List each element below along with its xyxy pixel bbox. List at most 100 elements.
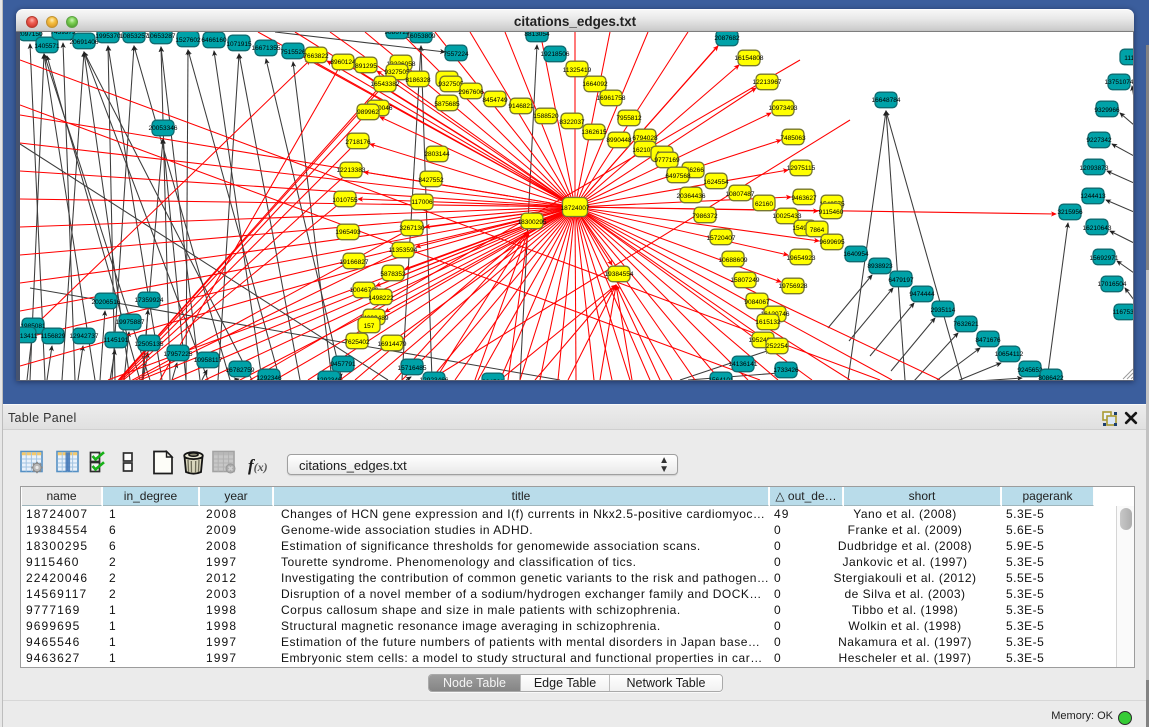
svg-text:891295: 891295 — [355, 63, 377, 70]
svg-text:7439373: 7439373 — [50, 32, 76, 36]
svg-text:7955812: 7955812 — [616, 115, 642, 122]
svg-text:12505135: 12505135 — [135, 341, 164, 348]
svg-text:62160: 62160 — [755, 201, 773, 208]
svg-text:19975887: 19975887 — [116, 319, 145, 326]
svg-text:15807249: 15807249 — [731, 277, 760, 284]
svg-text:8990448: 8990448 — [606, 137, 632, 144]
svg-text:8322037: 8322037 — [559, 119, 585, 126]
svg-text:15716485: 15716485 — [398, 365, 427, 372]
svg-text:10688609: 10688609 — [719, 257, 748, 264]
svg-text:10973493: 10973493 — [769, 105, 798, 112]
svg-text:3913411: 3913411 — [20, 333, 38, 340]
svg-text:9463627: 9463627 — [791, 195, 817, 202]
svg-text:9329966: 9329966 — [1094, 107, 1120, 114]
svg-text:7864: 7864 — [810, 227, 825, 234]
svg-text:117006: 117006 — [411, 199, 433, 206]
svg-text:12213967: 12213967 — [753, 79, 782, 86]
svg-text:20691406: 20691406 — [70, 39, 99, 46]
svg-text:19166827: 19166827 — [340, 259, 369, 266]
svg-text:1995370: 1995370 — [95, 33, 121, 40]
svg-text:1588520: 1588520 — [533, 113, 559, 120]
svg-text:7515526: 7515526 — [280, 49, 306, 56]
svg-text:8960124: 8960124 — [330, 59, 356, 66]
svg-text:984521: 984521 — [482, 379, 504, 380]
svg-text:19654923: 19654923 — [787, 255, 816, 262]
svg-text:9084067: 9084067 — [744, 299, 770, 306]
svg-text:3215956: 3215956 — [1057, 209, 1083, 216]
svg-text:18300295: 18300295 — [518, 219, 547, 226]
svg-text:16154808: 16154808 — [735, 55, 764, 62]
svg-text:8186328: 8186328 — [405, 77, 431, 84]
svg-text:1965493: 1965493 — [335, 229, 361, 236]
svg-text:17016504: 17016504 — [1098, 281, 1127, 288]
svg-text:8427552: 8427552 — [418, 177, 444, 184]
svg-text:8454749: 8454749 — [482, 97, 508, 104]
svg-text:1156829: 1156829 — [41, 333, 66, 340]
svg-text:12942737: 12942737 — [70, 333, 99, 340]
svg-text:19218506: 19218506 — [541, 51, 570, 58]
svg-text:8938923: 8938923 — [867, 263, 893, 270]
svg-text:157: 157 — [364, 323, 375, 330]
svg-text:7485063: 7485063 — [780, 135, 806, 142]
svg-text:1292346: 1292346 — [316, 377, 342, 380]
svg-text:2935114: 2935114 — [931, 307, 956, 314]
svg-text:6466160: 6466160 — [201, 37, 227, 44]
svg-text:17359924: 17359924 — [135, 297, 164, 304]
svg-text:20053346: 20053346 — [149, 125, 178, 132]
svg-text:1071915: 1071915 — [226, 41, 252, 48]
svg-text:7986372: 7986372 — [692, 213, 718, 220]
svg-text:12093873: 12093873 — [1080, 165, 1109, 172]
svg-text:9227342: 9227342 — [1086, 137, 1112, 144]
svg-text:8471676: 8471676 — [975, 337, 1001, 344]
svg-text:20206516: 20206516 — [92, 299, 121, 306]
svg-text:9115460: 9115460 — [819, 209, 844, 216]
svg-text:1733426: 1733426 — [773, 367, 799, 374]
svg-text:10025433: 10025433 — [773, 213, 802, 220]
svg-text:16053809: 16053809 — [407, 33, 436, 40]
svg-text:9457791: 9457791 — [330, 361, 356, 368]
svg-text:6479197: 6479197 — [888, 277, 914, 284]
svg-text:1117: 1117 — [1124, 55, 1134, 62]
svg-text:7663822: 7663822 — [303, 53, 329, 60]
svg-text:1640954: 1640954 — [843, 251, 869, 258]
svg-text:9245652: 9245652 — [1017, 367, 1043, 374]
svg-text:1527602: 1527602 — [175, 37, 201, 44]
svg-text:9327505: 9327505 — [384, 69, 410, 76]
svg-text:1362615: 1362615 — [581, 129, 607, 136]
svg-text:14136141: 14136141 — [729, 361, 758, 368]
svg-text:16648784: 16648784 — [872, 97, 901, 104]
svg-text:16914479: 16914479 — [378, 341, 407, 348]
svg-text:5875685: 5875685 — [434, 101, 460, 108]
svg-text:16961758: 16961758 — [597, 95, 626, 102]
svg-text:989962: 989962 — [357, 109, 379, 116]
svg-text:16782759: 16782759 — [226, 367, 255, 374]
svg-text:1615132: 1615132 — [755, 319, 781, 326]
svg-text:8086422: 8086422 — [1038, 375, 1064, 380]
svg-text:1564101: 1564101 — [708, 377, 734, 380]
svg-text:18724007: 18724007 — [561, 205, 590, 212]
svg-text:12213383: 12213383 — [337, 167, 366, 174]
svg-text:1167533: 1167533 — [1113, 309, 1134, 316]
svg-text:7632621: 7632621 — [953, 321, 979, 328]
svg-text:1292346: 1292346 — [256, 375, 282, 380]
svg-text:7557224: 7557224 — [443, 51, 469, 58]
svg-text:1624554: 1624554 — [703, 179, 729, 186]
svg-text:2803144: 2803144 — [424, 151, 450, 158]
svg-text:252254: 252254 — [766, 343, 788, 350]
svg-text:11353594: 11353594 — [389, 247, 418, 254]
svg-text:19384554: 19384554 — [605, 271, 634, 278]
svg-text:11325419: 11325419 — [563, 67, 592, 74]
svg-text:16543382: 16543382 — [371, 81, 400, 88]
svg-text:2967606: 2967606 — [458, 89, 484, 96]
svg-text:1498222: 1498222 — [368, 295, 394, 302]
svg-text:1244413: 1244413 — [1080, 193, 1106, 200]
svg-text:10853257: 10853257 — [120, 33, 149, 40]
svg-text:10654112: 10654112 — [995, 351, 1024, 358]
svg-text:15720407: 15720407 — [707, 235, 736, 242]
svg-text:10653287: 10653287 — [147, 33, 176, 40]
svg-text:10807487: 10807487 — [726, 191, 755, 198]
svg-text:1664092: 1664092 — [582, 81, 608, 88]
svg-text:5878352: 5878352 — [380, 271, 406, 278]
svg-text:17957225: 17957225 — [164, 351, 193, 358]
svg-text:16671355: 16671355 — [252, 45, 281, 52]
